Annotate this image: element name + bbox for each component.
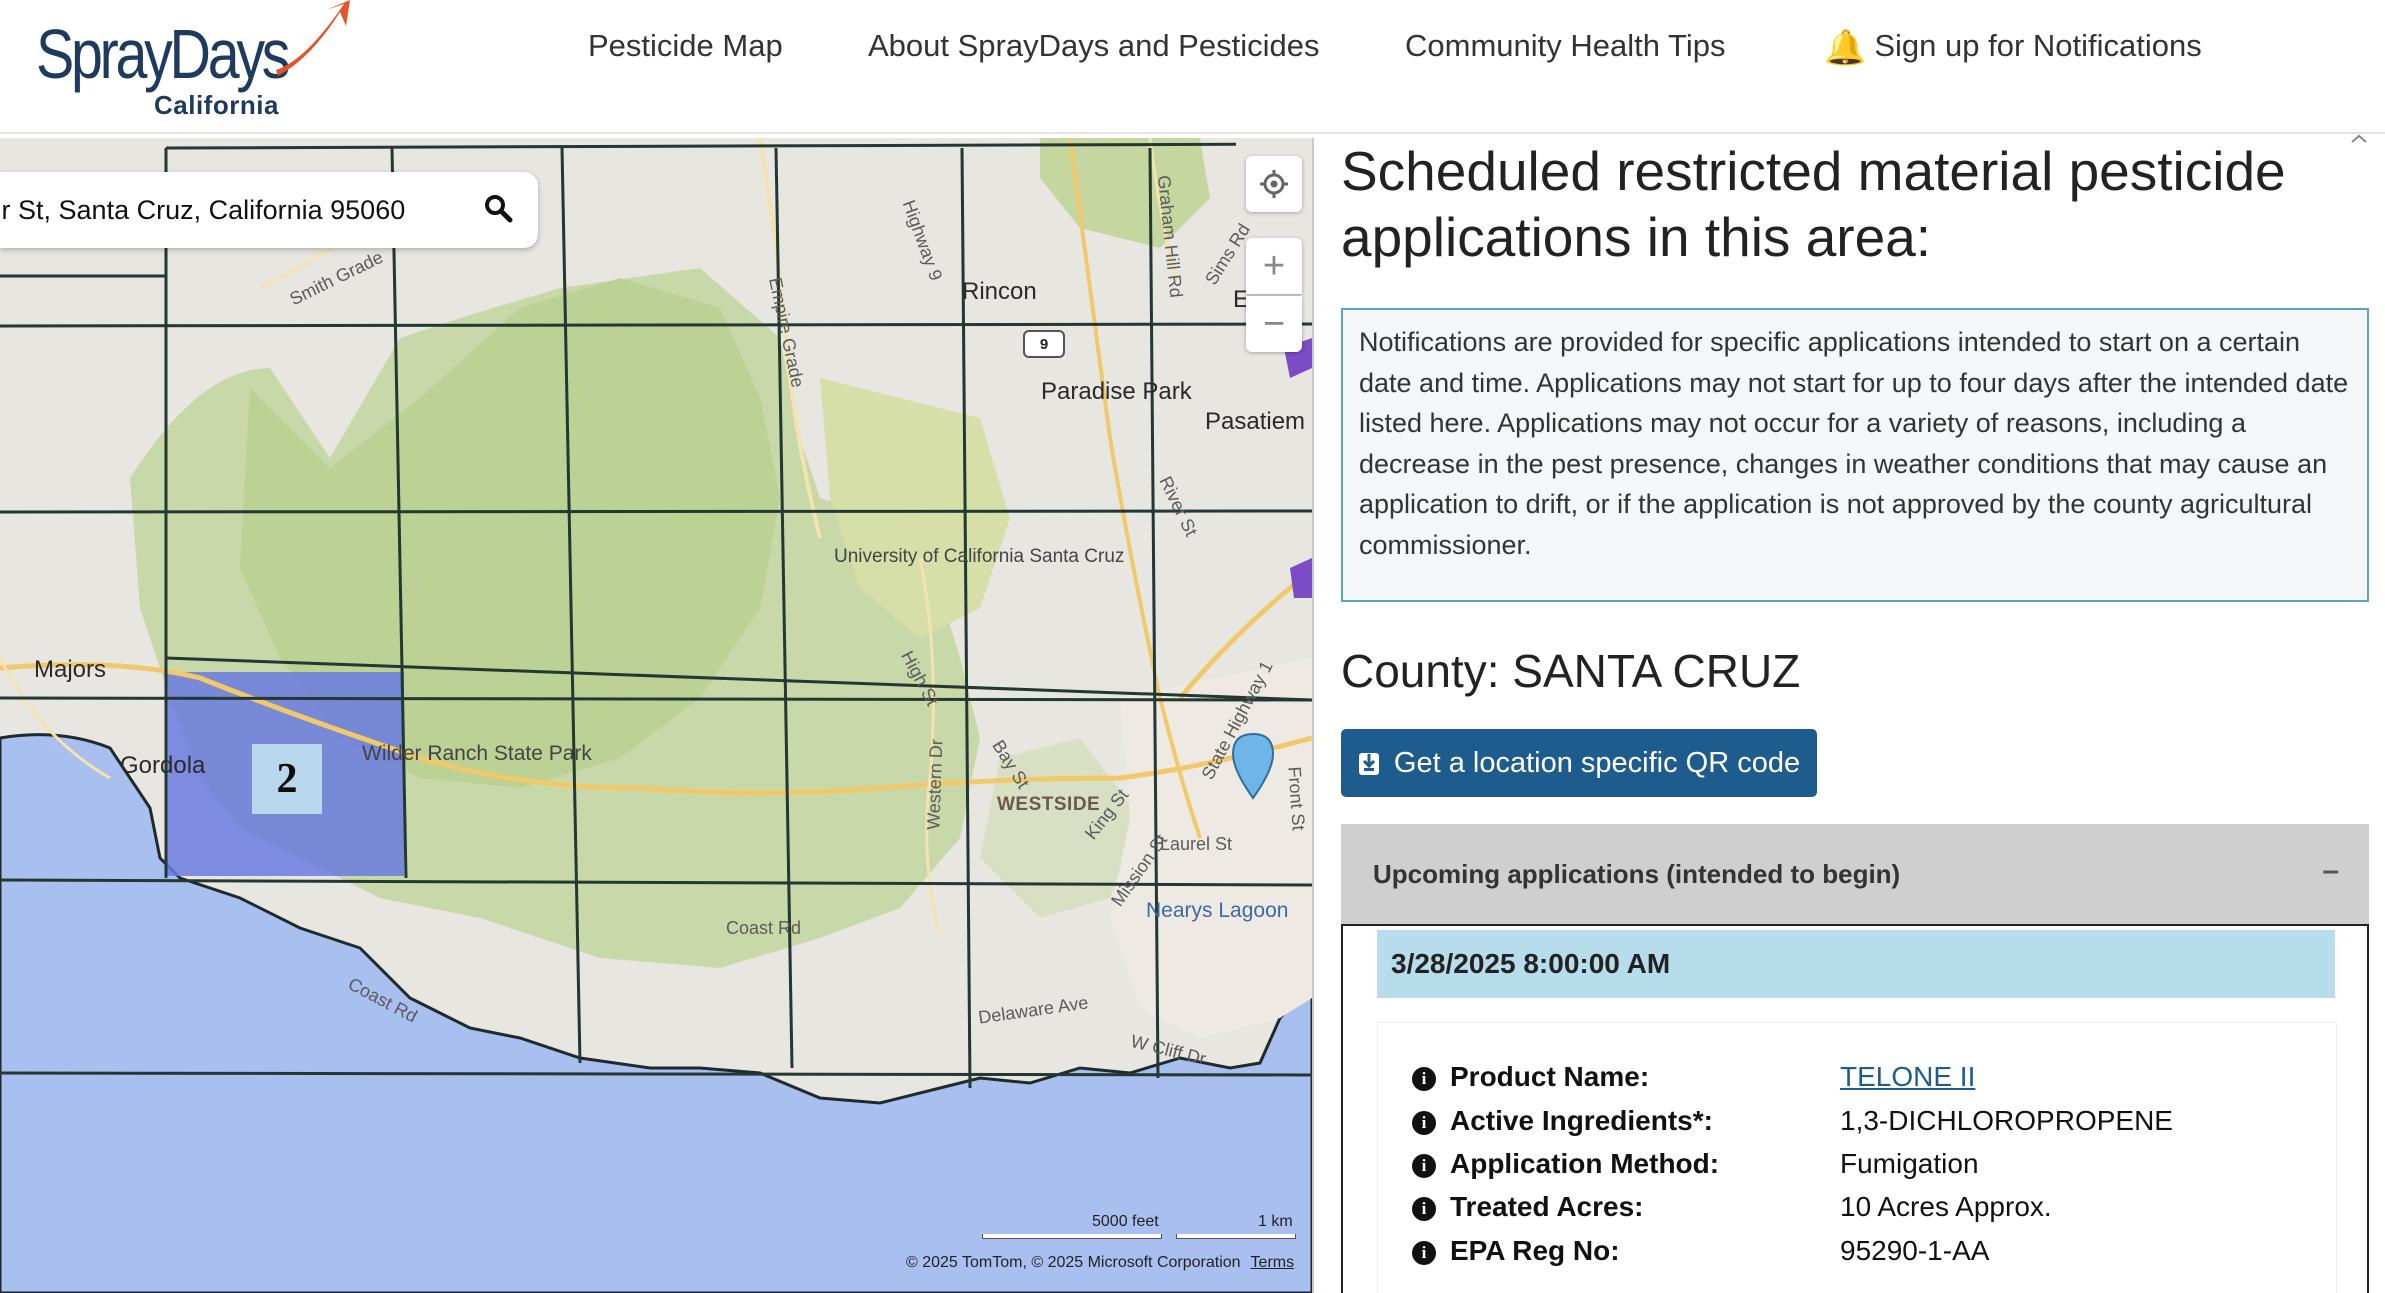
detail-value: 10 Acres Approx.	[1840, 1191, 2052, 1222]
detail-label: Application Method:	[1450, 1148, 1720, 1179]
terms-link[interactable]: Terms	[1251, 1254, 1295, 1271]
product-name-link[interactable]: TELONE II	[1840, 1061, 1975, 1093]
info-icon[interactable]: i	[1412, 1197, 1436, 1221]
locate-me-button[interactable]	[1246, 156, 1302, 212]
pesticide-map[interactable]: 2 9 Rincon Paradise Park Pasatiem Univer…	[0, 138, 1314, 1293]
bell-icon: 🔔	[1824, 29, 1867, 67]
nav-health-tips[interactable]: Community Health Tips	[1405, 28, 1725, 64]
info-icon[interactable]: i	[1412, 1241, 1436, 1265]
attribution-text: © 2025 TomTom, © 2025 Microsoft Corporat…	[906, 1254, 1241, 1271]
detail-row-product: i Product Name: TELONE II	[1412, 1061, 1975, 1101]
collapse-icon[interactable]: –	[2322, 854, 2339, 888]
map-label-gordola: Gordola	[120, 752, 206, 779]
map-label-western-dr: Western Dr	[923, 738, 947, 831]
detail-label: Product Name:	[1450, 1061, 1650, 1092]
logo-wordmark: SprayDays	[36, 15, 290, 93]
upcoming-applications-header[interactable]: Upcoming applications (intended to begin…	[1341, 824, 2369, 924]
qr-code-button-label: Get a location specific QR code	[1393, 746, 1801, 779]
nav-sign-up-label: Sign up for Notifications	[1874, 28, 2202, 63]
scale-km-bar	[1176, 1234, 1296, 1239]
map-label-pasatiem: Pasatiem	[1205, 408, 1306, 435]
map-label-westside: WESTSIDE	[997, 794, 1101, 815]
applications-panel: Scheduled restricted material pesticide …	[1340, 138, 2370, 1293]
detail-row-acres: i Treated Acres: 10 Acres Approx.	[1412, 1191, 2052, 1231]
application-details: i Product Name: TELONE II i Active Ingredi…	[1377, 1022, 2337, 1293]
map-label-coast-rd: Coast Rd	[726, 918, 802, 938]
detail-value: 1,3-DICHLOROPROPENE	[1840, 1105, 2173, 1136]
map-attribution: © 2025 TomTom, © 2025 Microsoft Corporat…	[906, 1254, 1294, 1272]
route-shield: 9	[1023, 330, 1065, 358]
logo-arrow-icon	[276, 0, 350, 76]
nav-pesticide-map[interactable]: Pesticide Map	[588, 28, 783, 64]
map-label-laurel-st: Laurel St	[1160, 834, 1233, 854]
map-label-wilder-ranch: Wilder Ranch State Park	[362, 742, 592, 765]
zoom-out-button[interactable]: −	[1246, 296, 1302, 352]
detail-value: Fumigation	[1840, 1148, 1979, 1179]
detail-label: Treated Acres:	[1450, 1191, 1644, 1222]
grid-count-badge[interactable]: 2	[252, 744, 322, 814]
site-header: SprayDays California Pesticide Map About…	[0, 0, 2385, 134]
map-label-rincon: Rincon	[962, 278, 1037, 305]
map-label-nearys-lagoon: Nearys Lagoon	[1146, 899, 1289, 922]
map-label-university: University of California Santa Cruz	[834, 546, 1125, 567]
logo-subtitle: California	[154, 90, 279, 120]
crosshair-icon	[1260, 170, 1288, 198]
info-icon[interactable]: i	[1412, 1154, 1436, 1178]
address-search-box	[0, 172, 538, 248]
detail-value: 95290-1-AA	[1840, 1235, 1990, 1266]
nav-about[interactable]: About SprayDays and Pesticides	[868, 28, 1319, 64]
plus-icon: +	[1262, 244, 1286, 287]
minus-icon: −	[1262, 302, 1286, 345]
info-icon[interactable]: i	[1412, 1111, 1436, 1135]
detail-label: EPA Reg No:	[1450, 1235, 1620, 1266]
map-tiles	[0, 138, 1312, 1293]
search-icon[interactable]	[482, 192, 516, 226]
detail-label: Active Ingredients*:	[1450, 1105, 1713, 1136]
county-heading: County: SANTA CRUZ	[1341, 645, 1801, 697]
panel-title: Scheduled restricted material pesticide …	[1341, 140, 2286, 268]
info-icon[interactable]: i	[1412, 1067, 1436, 1091]
detail-row-epa: i EPA Reg No: 95290-1-AA	[1412, 1235, 1989, 1275]
map-label-majors: Majors	[34, 656, 107, 683]
map-label-front-st: Front St	[1284, 765, 1309, 832]
scale-km-label: 1 km	[1258, 1213, 1293, 1230]
address-search-input[interactable]	[0, 193, 436, 227]
spraydays-logo[interactable]: SprayDays California	[36, 0, 350, 130]
accordion-title: Upcoming applications (intended to begin…	[1373, 858, 1901, 889]
notice-box: Notifications are provided for specific …	[1341, 308, 2369, 602]
detail-row-method: i Application Method: Fumigation	[1412, 1148, 1979, 1188]
scale-feet-label: 5000 feet	[1092, 1213, 1159, 1230]
qr-code-button[interactable]: Get a location specific QR code	[1341, 729, 1817, 797]
download-icon	[1358, 753, 1379, 775]
zoom-in-button[interactable]: +	[1246, 238, 1302, 294]
map-label-paradise-park: Paradise Park	[1041, 378, 1192, 405]
nav-sign-up[interactable]: 🔔 Sign up for Notifications	[1824, 28, 2202, 68]
detail-row-ingredients: i Active Ingredients*: 1,3-DICHLOROPROPEN…	[1412, 1105, 2173, 1145]
scale-feet-bar	[982, 1234, 1162, 1239]
upcoming-applications-body: 3/28/2025 8:00:00 AM i Product Name: TELO…	[1341, 924, 2369, 1293]
application-date: 3/28/2025 8:00:00 AM	[1377, 930, 2335, 998]
